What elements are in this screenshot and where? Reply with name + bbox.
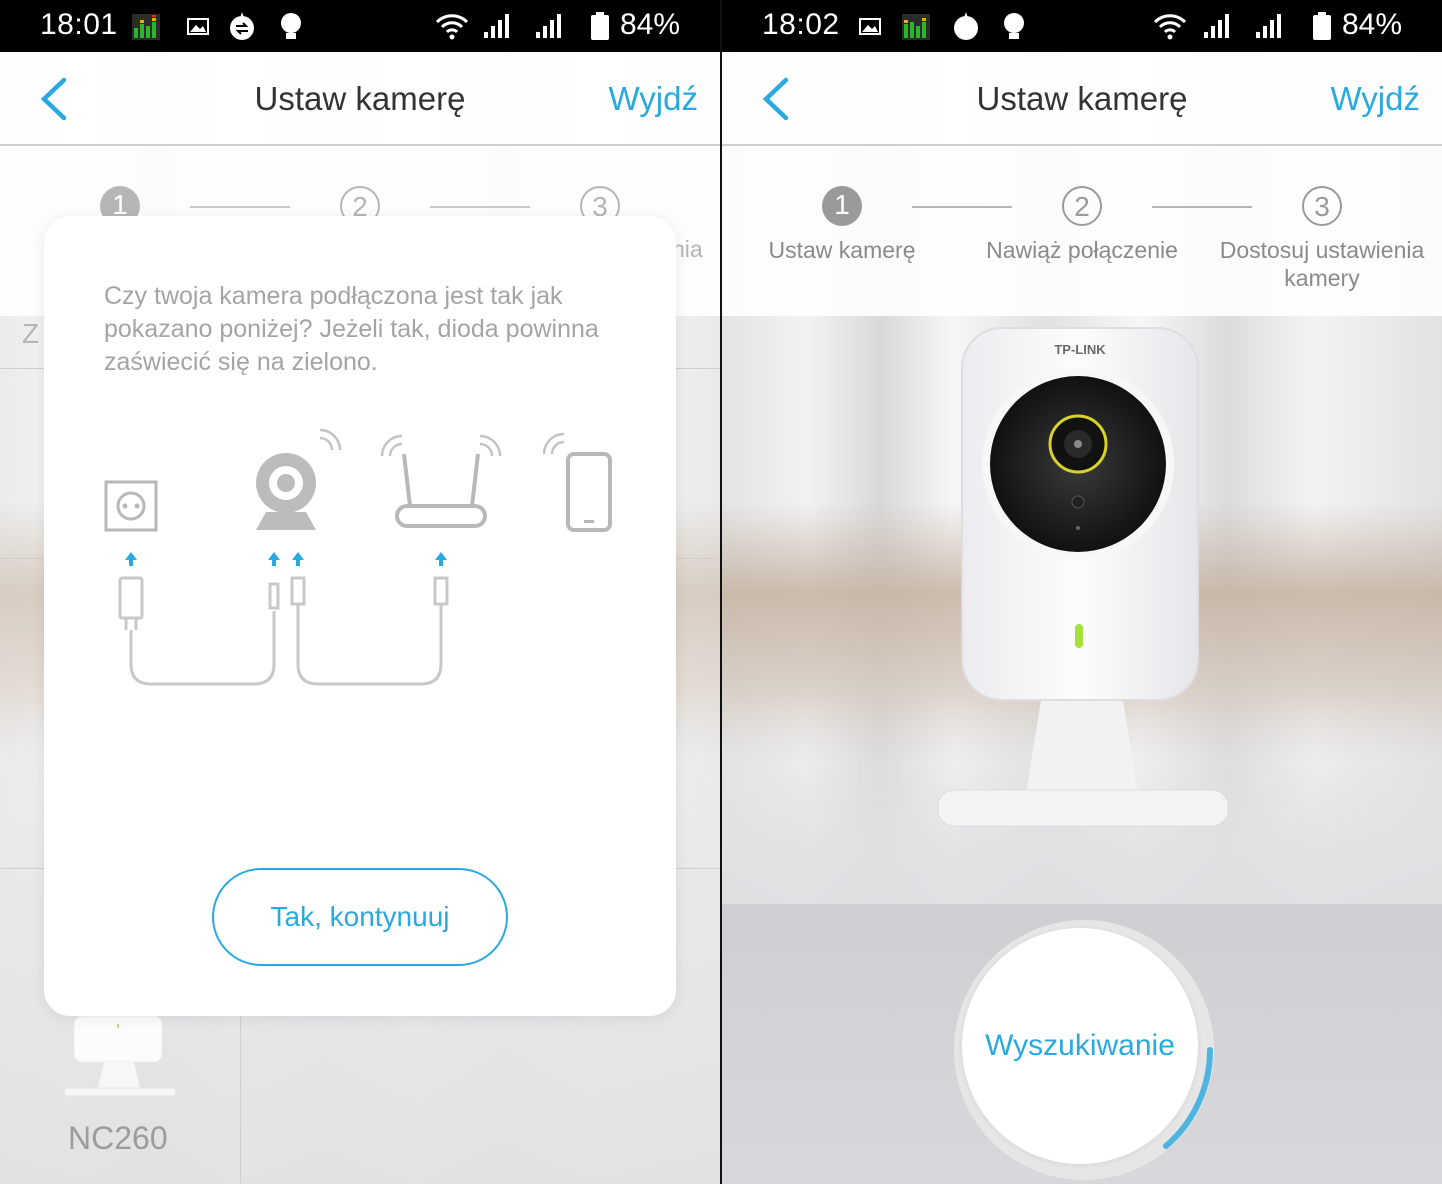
phone-screen-left: 1 2 3 nia Z NC260 Czy twoja kamera podłą… — [0, 0, 720, 1184]
webcam-icon — [256, 428, 342, 530]
equalizer-icon — [132, 14, 160, 40]
step-number: 2 — [1062, 186, 1102, 226]
exit-button[interactable]: Wyjdź — [1330, 80, 1420, 118]
step-1: 1 Ustaw kamerę — [722, 186, 962, 264]
step-2: 2 Nawiąż połączenie — [962, 186, 1202, 264]
signal-icon — [536, 14, 561, 38]
bomb-icon — [954, 12, 978, 40]
phone-screen-right: 1 Ustaw kamerę 2 Nawiąż połączenie 3 Dos… — [722, 0, 1442, 1184]
signal-icon — [1256, 14, 1281, 38]
arrow-up-icons — [125, 552, 447, 566]
gallery-icon — [859, 18, 881, 35]
wifi-icon — [435, 14, 469, 40]
step-3: 3 Dostosuj ustawienia kamery — [1202, 186, 1442, 292]
confirm-continue-button[interactable]: Tak, kontynuuj — [212, 868, 508, 966]
signal-icon — [1204, 14, 1229, 38]
ethernet-plug-icon — [290, 576, 306, 606]
power-adapter-icon — [118, 576, 144, 620]
battery-percent: 84% — [1342, 8, 1403, 41]
bulb-icon — [281, 13, 301, 39]
cables — [118, 576, 449, 686]
camera-illustration: TP-LINK — [937, 327, 1229, 827]
step-number: 1 — [822, 186, 862, 226]
bulb-icon — [1004, 13, 1024, 39]
step-label: Nawiąż połączenie — [986, 237, 1178, 263]
camera-brand: TP-LINK — [1054, 342, 1106, 357]
battery-icon — [591, 12, 609, 40]
connection-check-dialog: Czy twoja kamera podłączona jest tak jak… — [44, 216, 676, 1016]
step-label: Ustaw kamerę — [768, 237, 916, 263]
step-label: Dostosuj ustawienia kamery — [1219, 237, 1425, 291]
step-number: 3 — [1302, 186, 1342, 226]
status-time: 18:02 — [762, 8, 840, 41]
status-time: 18:01 — [40, 8, 118, 41]
sync-icon — [230, 12, 254, 40]
battery-icon — [1313, 12, 1331, 40]
setup-stepper: 1 Ustaw kamerę 2 Nawiąż połączenie 3 Dos… — [722, 146, 1442, 316]
app-header: Ustaw kamerę Wyjdź — [0, 52, 720, 146]
router-icon — [380, 434, 502, 528]
wifi-icon — [1153, 14, 1187, 40]
battery-percent: 84% — [620, 8, 681, 41]
gallery-icon — [187, 18, 209, 35]
status-led — [1075, 624, 1083, 648]
smartphone-icon — [542, 432, 612, 532]
app-header: Ustaw kamerę Wyjdź — [722, 52, 1442, 146]
exit-button[interactable]: Wyjdź — [608, 80, 698, 118]
power-outlet-icon — [104, 480, 158, 532]
equalizer-icon — [902, 14, 930, 40]
status-bar: 18:02 84% — [722, 0, 1442, 52]
status-bar: 18:01 84% — [0, 0, 720, 52]
search-button[interactable]: Wyszukiwanie — [962, 928, 1198, 1164]
signal-icon — [484, 14, 509, 38]
